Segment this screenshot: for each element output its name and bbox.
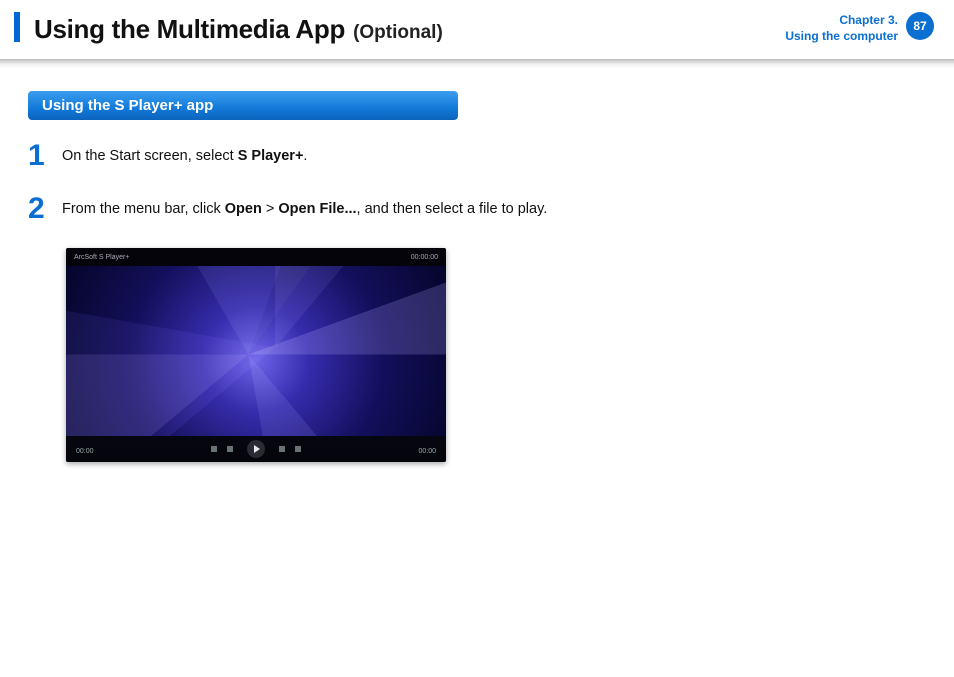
step2-post: , and then select a file to play. — [357, 201, 548, 217]
player-topbar: ArcSoft S Player+ 00:00:00 — [66, 248, 446, 266]
prev-icon[interactable] — [211, 446, 217, 452]
section-heading: Using the S Player+ app — [28, 91, 458, 120]
accent-bar — [14, 12, 20, 42]
step2-bold1: Open — [225, 201, 262, 217]
step-1: 1 On the Start screen, select S Player+. — [28, 142, 558, 169]
steps-list: 1 On the Start screen, select S Player+.… — [28, 142, 558, 462]
player-time-total: 00:00 — [418, 448, 436, 455]
page-header: Using the Multimedia App (Optional) Chap… — [0, 0, 954, 53]
player-video-area — [66, 266, 446, 436]
page-subtitle: (Optional) — [353, 22, 443, 43]
step-body: On the Start screen, select S Player+. — [62, 142, 307, 167]
chapter-line2: Using the computer — [785, 28, 898, 44]
page-title: Using the Multimedia App — [34, 14, 345, 44]
player-time-current: 00:00 — [76, 448, 94, 455]
player-controls — [66, 436, 446, 462]
play-icon — [254, 445, 260, 453]
step2-mid: > — [262, 201, 279, 217]
player-screenshot: ArcSoft S Player+ 00:00:00 00:00 00:00 — [66, 248, 446, 462]
step2-pre: From the menu bar, click — [62, 201, 225, 217]
step-2: 2 From the menu bar, click Open > Open F… — [28, 195, 558, 222]
step1-bold: S Player+ — [238, 148, 304, 164]
step1-pre: On the Start screen, select — [62, 148, 238, 164]
step-body: From the menu bar, click Open > Open Fil… — [62, 195, 547, 220]
step1-post: . — [303, 148, 307, 164]
step-number: 1 — [28, 142, 50, 169]
forward-icon[interactable] — [279, 446, 285, 452]
header-divider — [0, 59, 954, 69]
step-number: 2 — [28, 195, 50, 222]
content-area: Using the S Player+ app 1 On the Start s… — [0, 69, 954, 462]
next-icon[interactable] — [295, 446, 301, 452]
play-button[interactable] — [247, 440, 265, 458]
rewind-icon[interactable] — [227, 446, 233, 452]
step2-bold2: Open File... — [278, 201, 356, 217]
page-number: 87 — [906, 12, 934, 40]
player-app-name: ArcSoft S Player+ — [74, 254, 129, 261]
chapter-label: Chapter 3. Using the computer — [785, 12, 898, 44]
player-top-time: 00:00:00 — [411, 254, 438, 261]
chapter-line1: Chapter 3. — [785, 12, 898, 28]
page-number-badge: 87 — [906, 12, 934, 40]
